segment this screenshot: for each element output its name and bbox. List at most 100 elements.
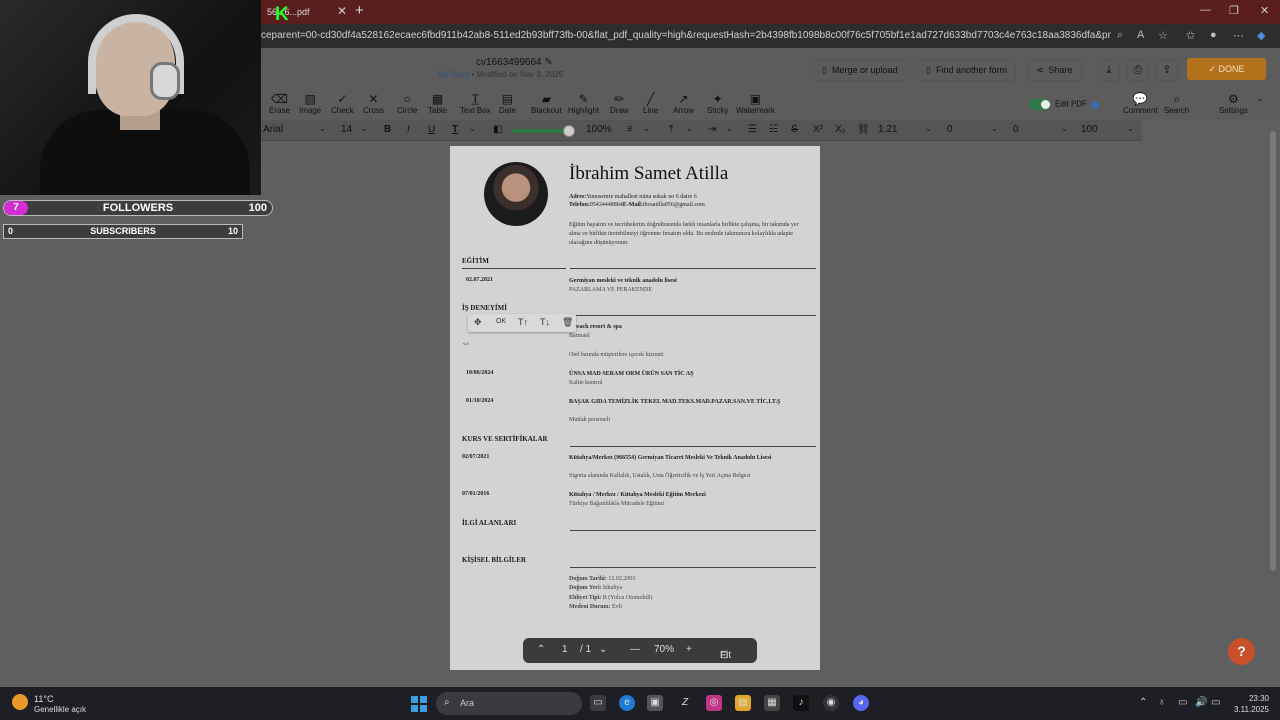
course-date[interactable]: 02/07/2021 <box>462 454 489 460</box>
experience-role[interactable]: Mutfak personeli <box>569 416 809 424</box>
menu-dots-icon[interactable]: ⋯ <box>1233 29 1244 42</box>
education-date[interactable]: 02.07.2021 <box>466 277 493 283</box>
copilot-icon[interactable]: ◆ <box>1257 29 1265 42</box>
url-text[interactable]: ceparent=00-cd30df4a528162ecaec6fbd911b4… <box>261 30 1111 41</box>
tool-draw[interactable]: ✏ Draw <box>610 93 629 116</box>
tool-circle[interactable]: ○ Circle <box>397 93 417 116</box>
chevron-down-icon[interactable]: ⌄ <box>1127 124 1134 133</box>
experience-date[interactable]: 01/10/2024 <box>466 398 493 404</box>
chevron-down-icon[interactable]: ⌄ <box>319 124 326 133</box>
chevron-up-icon[interactable]: ⌃ <box>537 644 545 655</box>
numbered-list-icon[interactable]: ☰ <box>748 124 757 135</box>
personal-info[interactable]: Doğum Tarihi: 12.02.2003 Doğum Yeri: küt… <box>569 575 809 613</box>
favorites-icon[interactable]: ✩ <box>1186 29 1195 42</box>
education-school[interactable]: Germiyan mesleki ve teknik anadolu lises… <box>569 277 809 285</box>
tool-line[interactable]: ╱ Line <box>643 93 658 116</box>
underline-icon[interactable]: U <box>428 124 435 135</box>
zoom-in-icon[interactable]: + <box>686 644 692 655</box>
section-courses[interactable]: KURS VE SERTİFİKALAR <box>462 435 816 447</box>
experience-company[interactable]: ÜNSA MAD SERAM ORM ÜRÜN SAN TİC AŞ <box>569 370 809 378</box>
chevron-down-icon[interactable]: ⌄ <box>1061 124 1068 133</box>
trash-icon[interactable]: 🗑 <box>562 317 573 328</box>
find-form-button[interactable]: ▯ Find another form <box>917 59 1016 81</box>
experience-company[interactable]: BAŞAK GIDA TEMİZLİK TEKEL MAD.TEKS.MAD.P… <box>569 398 809 406</box>
tool-image[interactable]: ▨ Image <box>299 93 321 116</box>
zoom-app-icon[interactable]: Z <box>677 695 693 711</box>
italic-icon[interactable]: I <box>407 124 410 135</box>
indent-icon[interactable]: ⇥ <box>708 124 716 135</box>
tray-chevron-icon[interactable]: ⌃ <box>1139 697 1147 708</box>
document-scrollbar[interactable] <box>1270 131 1276 571</box>
section-personal[interactable]: KİŞİSEL BİLGİLER <box>462 556 816 568</box>
help-button[interactable]: ? <box>1228 638 1255 665</box>
scale-value[interactable]: 100 <box>1081 124 1098 135</box>
document-title[interactable]: cv1663499664 ✎ <box>476 57 553 68</box>
experience-role[interactable]: Kalite kontrol <box>569 379 809 387</box>
share-button[interactable]: ⋖ Share <box>1027 59 1082 81</box>
tool-comment[interactable]: 💬 Comment <box>1123 93 1158 116</box>
maximize-icon[interactable]: ❐ <box>1229 4 1239 17</box>
chevron-down-icon[interactable]: ⌄ <box>991 124 998 133</box>
chevron-down-icon[interactable]: ⌄ <box>361 124 368 133</box>
tool-table[interactable]: ▦ Table <box>428 93 447 116</box>
bold-icon[interactable]: B <box>384 124 391 135</box>
minimize-icon[interactable]: — <box>1200 4 1211 16</box>
experience-date[interactable]: 10/06/2024 <box>466 370 493 376</box>
tool-blackout[interactable]: ▰ Blackout <box>531 93 562 116</box>
tool-settings[interactable]: ⚙ Settings <box>1219 93 1248 116</box>
app-icon[interactable]: ▣ <box>647 695 663 711</box>
zoom-out-icon[interactable]: — <box>630 644 640 655</box>
tab-close-icon[interactable]: ✕ <box>337 4 347 18</box>
align-left-icon[interactable]: ≡ <box>627 124 633 135</box>
toggle-switch[interactable] <box>1029 99 1051 110</box>
word-spacing-value[interactable]: 0 <box>1013 124 1019 135</box>
experience-company[interactable]: a beach resort & spa <box>569 323 809 331</box>
course-desc[interactable]: Sigorta alanında Kalfalık, Ustalık, Usta… <box>569 472 809 480</box>
taskbar-search[interactable]: ⌕ Ara <box>436 692 582 715</box>
obs-icon[interactable]: ◉ <box>823 695 839 711</box>
vertical-align-icon[interactable]: ⤒ <box>669 124 673 135</box>
done-button[interactable]: ✓ DONE <box>1187 58 1266 80</box>
tool-sticky[interactable]: ✦ Sticky <box>707 93 728 116</box>
download-icon[interactable]: ⤓ <box>1098 59 1120 81</box>
tool-arrow[interactable]: ↗ Arrow <box>673 93 694 116</box>
resize-handle-icon[interactable]: ⇔ <box>461 338 471 349</box>
opacity-icon[interactable]: ◧ <box>493 124 502 135</box>
print-icon[interactable]: ⎙ <box>1127 59 1149 81</box>
close-window-icon[interactable]: ✕ <box>1260 4 1269 17</box>
font-increase-icon[interactable]: T↑ <box>518 317 528 327</box>
tool-search[interactable]: ⌕ Search <box>1164 93 1189 116</box>
volume-icon[interactable]: 🔊 <box>1195 697 1207 708</box>
system-clock[interactable]: 23:30 3.11.2025 <box>1225 693 1269 715</box>
display-icon[interactable]: ▭ <box>1178 697 1187 708</box>
favorite-star-icon[interactable]: ☆ <box>1158 29 1168 42</box>
bullet-list-icon[interactable]: ☷ <box>769 124 778 135</box>
chevron-down-icon[interactable]: ⌄ <box>726 124 733 133</box>
font-select[interactable]: Arial <box>263 124 283 135</box>
tool-erase[interactable]: ⌫ Erase <box>269 93 290 116</box>
course-title[interactable]: Kütahya/Merkez (966554) Germiyan Ticaret… <box>569 454 809 462</box>
opacity-slider[interactable] <box>511 125 575 137</box>
section-experience[interactable]: İŞ DENEYİMİ <box>462 304 816 316</box>
my-docs-link[interactable]: My Docs <box>438 70 469 79</box>
opacity-slider-thumb[interactable] <box>563 125 575 137</box>
tool-watermark[interactable]: ▣ Watermark <box>736 93 775 116</box>
tool-highlight[interactable]: ✎ Highlight <box>568 93 599 116</box>
link-icon[interactable]: ⛓ <box>857 124 870 135</box>
tiktok-icon[interactable]: ♪ <box>793 695 809 711</box>
chevron-down-icon[interactable]: ⌄ <box>925 124 932 133</box>
pdf-page[interactable]: İbrahim Samet Atilla Adres:Yunusemre mah… <box>450 146 820 670</box>
line-height-value[interactable]: 1.21 <box>878 124 897 135</box>
strikethrough-icon[interactable]: S <box>791 124 798 135</box>
instagram-icon[interactable]: ◎ <box>706 695 722 711</box>
tool-date[interactable]: ▤ Date <box>499 93 516 116</box>
cv-contact[interactable]: Adres:Yunusemre mahallesi mina sokak no … <box>569 193 809 209</box>
section-interests[interactable]: İLGİ ALANLARI <box>462 519 816 531</box>
course-date[interactable]: 07/01/2016 <box>462 491 489 497</box>
move-icon[interactable]: ✥ <box>474 317 482 328</box>
text-color-icon[interactable]: T <box>452 124 458 135</box>
windows-start-icon[interactable] <box>411 696 427 712</box>
cv-name[interactable]: İbrahim Samet Atilla <box>569 163 728 185</box>
subscript-icon[interactable]: X₂ <box>835 124 846 135</box>
course-title[interactable]: Kütahya / Merkez / Kütahya Mesleki Eğiti… <box>569 491 809 499</box>
